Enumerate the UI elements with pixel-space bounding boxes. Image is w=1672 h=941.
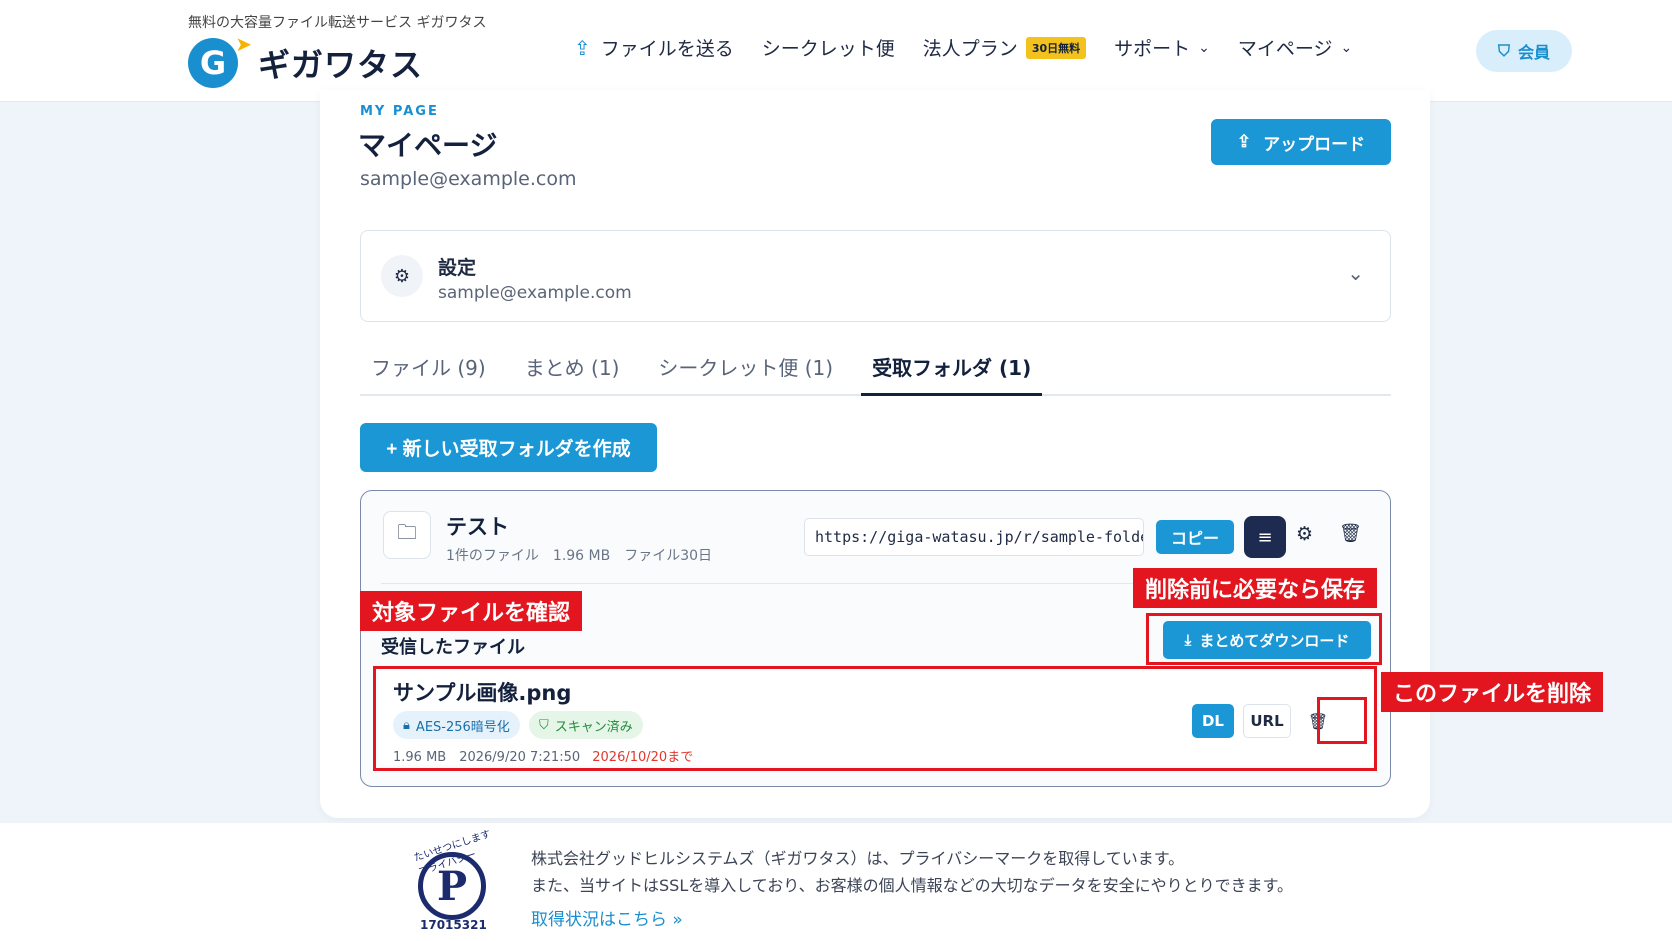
- folder-name: テスト: [446, 515, 509, 539]
- member-button[interactable]: ⛉ 会員: [1476, 30, 1572, 72]
- privacy-mark-logo: たいせつにします プライバシー P 17015321: [412, 828, 493, 932]
- callout-save-before-delete: 削除前に必要なら保存: [1133, 568, 1378, 608]
- footer-ssl-text: また、当サイトはSSLを導入しており、お客様の個人情報などの大切なデータを安全に…: [531, 876, 1294, 895]
- tab-bundles[interactable]: まとめ (1): [514, 348, 631, 396]
- shield-icon: ⛉: [1497, 41, 1510, 60]
- chevron-down-icon: ⌄: [1347, 261, 1364, 285]
- download-icon: ⤓: [1184, 631, 1192, 649]
- tab-secret[interactable]: シークレット便 (1): [647, 348, 844, 396]
- settings-title: 設定: [438, 257, 477, 279]
- tab-files[interactable]: ファイル (9): [360, 348, 497, 396]
- nav-secret-delivery[interactable]: シークレット便: [762, 34, 895, 61]
- mypage-tabs: ファイル (9) まとめ (1) シークレット便 (1) 受取フォルダ (1): [360, 348, 1391, 396]
- tab-receive-folders[interactable]: 受取フォルダ (1): [861, 348, 1043, 396]
- logo-mark-icon: G ➤: [188, 32, 252, 88]
- nav-business-plan[interactable]: 法人プラン 30日無料: [923, 34, 1087, 61]
- download-all-button[interactable]: ⤓ まとめてダウンロード: [1163, 621, 1371, 659]
- trash-icon[interactable]: 🗑: [1301, 704, 1335, 738]
- received-files-heading: 受信したファイル: [381, 637, 525, 658]
- file-meta: 1.96 MB 2026/9/20 7:21:50 2026/10/20まで: [393, 750, 694, 765]
- new-receive-folder-button[interactable]: + 新しい受取フォルダを作成: [360, 423, 657, 472]
- scan-badge: ⛉ スキャン済み: [529, 711, 643, 739]
- site-tagline: 無料の大容量ファイル転送サービス ギガワタス: [188, 15, 487, 31]
- folder-url-field[interactable]: https://giga-watasu.jp/r/sample-folder: [804, 518, 1144, 556]
- privacy-status-link[interactable]: 取得状況はこちら »: [531, 905, 683, 930]
- page-title: マイページ: [358, 129, 498, 162]
- callout-check-file: 対象ファイルを確認: [360, 591, 583, 631]
- callout-delete-this-file: このファイルを削除: [1381, 672, 1604, 712]
- page-eyebrow: MY PAGE: [360, 104, 439, 119]
- receive-folder-card: 🗀 テスト 1件のファイル 1.96 MB ファイル30日 https://gi…: [360, 490, 1391, 787]
- nav-send-files[interactable]: ⇪ ファイルを送る: [574, 34, 734, 61]
- site-logo[interactable]: G ➤ ギガワタス: [188, 32, 424, 90]
- upload-button[interactable]: ⇪ アップロード: [1211, 119, 1391, 165]
- cloud-upload-icon: ⇪: [574, 35, 591, 60]
- logo-text: ギガワタス: [258, 46, 424, 84]
- gear-icon: ⚙: [381, 255, 423, 297]
- privacy-mark-icon: P: [418, 852, 486, 920]
- chevron-down-icon: ⌄: [1198, 39, 1210, 56]
- nav-support[interactable]: サポート ⌄: [1114, 34, 1210, 61]
- expiry-date: 2026/10/20まで: [592, 750, 694, 765]
- shield-check-icon: ⛉: [539, 717, 549, 733]
- copy-url-button[interactable]: コピー: [1156, 520, 1234, 554]
- account-email: sample@example.com: [360, 168, 577, 190]
- trash-icon[interactable]: 🗑: [1339, 523, 1362, 544]
- nav-mypage[interactable]: マイページ ⌄: [1238, 34, 1352, 61]
- cloud-upload-icon: ⇪: [1236, 132, 1252, 151]
- footer-privacy-text: 株式会社グッドヒルシステムズ（ギガワタス）は、プライバシーマークを取得しています…: [531, 849, 1185, 868]
- file-download-button[interactable]: DL: [1192, 704, 1234, 738]
- file-url-button[interactable]: URL: [1243, 704, 1291, 738]
- main-nav: ⇪ ファイルを送る シークレット便 法人プラン 30日無料 サポート ⌄ マイペ…: [574, 34, 1380, 61]
- file-name: サンプル画像.png: [393, 681, 572, 705]
- paper-plane-icon: ➤: [235, 32, 252, 56]
- list-icon[interactable]: ≡: [1244, 516, 1286, 558]
- encryption-badge: 🔒︎ AES-256暗号化: [393, 711, 520, 739]
- folder-meta: 1件のファイル 1.96 MB ファイル30日: [446, 548, 713, 564]
- received-file-row: サンプル画像.png 🔒︎ AES-256暗号化 ⛉ スキャン済み 1.96 M…: [379, 667, 1375, 765]
- free-trial-badge: 30日無料: [1025, 36, 1087, 59]
- folder-icon: 🗀: [383, 511, 431, 559]
- lock-icon: 🔒︎: [403, 717, 410, 733]
- chevron-down-icon: ⌄: [1340, 39, 1353, 56]
- site-header: 無料の大容量ファイル転送サービス ギガワタス G ➤ ギガワタス ⇪ ファイルを…: [0, 0, 1672, 102]
- settings-accordion[interactable]: ⚙ 設定 sample@example.com ⌄: [360, 230, 1391, 322]
- settings-email: sample@example.com: [438, 283, 632, 303]
- gear-icon[interactable]: ⚙: [1296, 523, 1313, 545]
- privacy-mark-number: 17015321: [420, 918, 487, 932]
